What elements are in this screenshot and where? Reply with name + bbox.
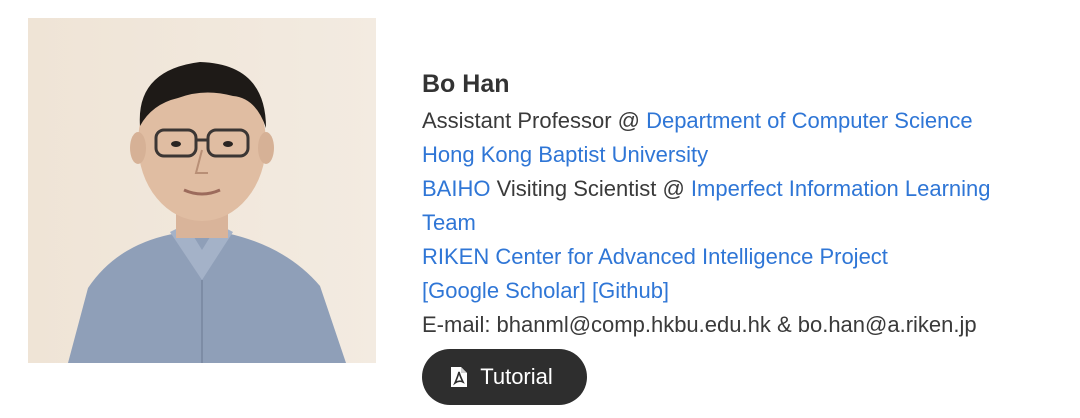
portrait-image bbox=[28, 18, 376, 363]
baiho-link[interactable]: BAIHO bbox=[422, 176, 490, 201]
department-link[interactable]: Department of Computer Science bbox=[646, 108, 973, 133]
tutorial-button[interactable]: Tutorial bbox=[422, 349, 587, 405]
visiting-line: BAIHO Visiting Scientist @ Imperfect Inf… bbox=[422, 172, 1062, 206]
team-link[interactable]: Imperfect Information Learning bbox=[691, 176, 991, 201]
university-line: Hong Kong Baptist University bbox=[422, 138, 1062, 172]
external-links-line: [Google Scholar] [Github] bbox=[422, 274, 1062, 308]
profile-photo bbox=[28, 18, 376, 363]
google-scholar-link[interactable]: [Google Scholar] bbox=[422, 278, 586, 303]
profile-name: Bo Han bbox=[422, 70, 510, 98]
profile-info: Bo Han Assistant Professor @ Department … bbox=[422, 66, 1062, 342]
riken-link[interactable]: RIKEN Center for Advanced Intelligence P… bbox=[422, 244, 888, 269]
position-line: Assistant Professor @ Department of Comp… bbox=[422, 104, 1062, 138]
email-line: E-mail: bhanml@comp.hkbu.edu.hk & bo.han… bbox=[422, 312, 977, 337]
team-link-continued[interactable]: Team bbox=[422, 210, 476, 235]
tutorial-button-label: Tutorial bbox=[480, 364, 553, 389]
riken-line: RIKEN Center for Advanced Intelligence P… bbox=[422, 240, 1062, 274]
university-link[interactable]: Hong Kong Baptist University bbox=[422, 142, 708, 167]
position-prefix: Assistant Professor @ bbox=[422, 108, 647, 133]
pdf-file-icon bbox=[450, 366, 468, 388]
visiting-text: Visiting Scientist @ bbox=[490, 176, 691, 201]
github-link[interactable]: [Github] bbox=[592, 278, 669, 303]
team-line: Team bbox=[422, 206, 1062, 240]
